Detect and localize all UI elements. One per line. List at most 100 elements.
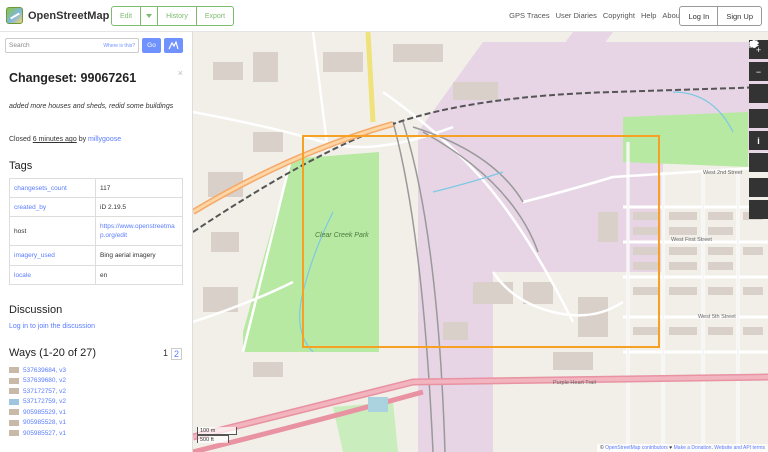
changeset-closed-info: Closed 6 minutes ago by millygoose: [9, 136, 121, 143]
table-row: locale en: [9, 265, 183, 285]
way-link[interactable]: 537639684, v3: [23, 367, 66, 374]
list-item[interactable]: 537172757, v2: [9, 386, 66, 397]
tags-heading: Tags: [9, 160, 33, 172]
changeset-user-link[interactable]: millygoose: [88, 136, 121, 143]
road-label: West 2nd Street: [703, 170, 743, 176]
info-button[interactable]: i: [749, 131, 768, 150]
tag-key: host: [9, 216, 96, 246]
road-label: West First Street: [671, 237, 712, 243]
locate-button[interactable]: [749, 41, 768, 103]
table-row: changesets_count 117: [9, 178, 183, 198]
top-nav-links: GPS Traces User Diaries Copyright Help A…: [509, 11, 682, 20]
search-placeholder: Search: [9, 42, 30, 49]
search-go-button[interactable]: Go: [142, 38, 161, 53]
closed-by: by: [78, 136, 87, 143]
nav-copyright[interactable]: Copyright: [603, 11, 635, 20]
tag-value: en: [95, 265, 183, 285]
ways-pagination: 1 2: [162, 348, 183, 360]
way-link[interactable]: 905985528, v1: [23, 419, 66, 426]
where-is-this-link[interactable]: Where is this?: [103, 43, 135, 49]
closed-prefix: Closed: [9, 136, 31, 143]
directions-button[interactable]: [164, 38, 183, 53]
login-button[interactable]: Log In: [679, 6, 719, 26]
list-item[interactable]: 537639684, v3: [9, 365, 66, 376]
way-swatch: [9, 388, 19, 395]
directions-icon: [168, 41, 179, 50]
list-item[interactable]: 537639680, v2: [9, 376, 66, 387]
table-row: host https://www.openstreetmap.org/edit: [9, 216, 183, 246]
tag-key[interactable]: locale: [9, 265, 96, 285]
tag-value-link[interactable]: https://www.openstreetmap.org/edit: [95, 216, 183, 246]
info-icon: i: [757, 135, 760, 146]
table-row: imagery_used Bing aerial imagery: [9, 245, 183, 266]
ways-heading: Ways (1-20 of 27): [9, 347, 97, 359]
query-icon: [751, 41, 756, 48]
map-attribution: © OpenStreetMap contributors ♥ Make a Do…: [597, 444, 768, 452]
way-link[interactable]: 537172757, v2: [23, 388, 66, 395]
donate-link[interactable]: Make a Donation: [674, 445, 712, 451]
tag-key[interactable]: created_by: [9, 197, 96, 217]
road-label: Purple Heart Trail: [553, 380, 596, 386]
nav-gps-traces[interactable]: GPS Traces: [509, 11, 549, 20]
page-2-link[interactable]: 2: [171, 348, 183, 360]
ways-list: 537639684, v3 537639680, v2 537172757, v…: [9, 365, 66, 439]
way-link[interactable]: 537639680, v2: [23, 377, 66, 384]
logo[interactable]: OpenStreetMap: [6, 7, 109, 24]
osm-contributors-link[interactable]: OpenStreetMap contributors: [605, 445, 668, 451]
zoom-out-button[interactable]: −: [749, 62, 768, 81]
search-input[interactable]: Search Where is this?: [5, 38, 139, 53]
list-item[interactable]: 905985528, v1: [9, 418, 66, 429]
share-button[interactable]: [749, 40, 768, 172]
edit-button[interactable]: Edit: [111, 6, 142, 26]
way-link[interactable]: 905985529, v1: [23, 409, 66, 416]
road-label: West 5th Street: [698, 314, 736, 320]
auth-buttons: Log In Sign Up: [679, 6, 762, 26]
list-item[interactable]: 905985529, v1: [9, 407, 66, 418]
terms-link[interactable]: Website and API terms: [714, 445, 765, 451]
app-root: OpenStreetMap Edit History Export GPS Tr…: [0, 0, 768, 452]
way-swatch: [9, 398, 19, 405]
way-swatch: [9, 419, 19, 426]
map-controls: + − i: [749, 40, 768, 222]
tag-key[interactable]: imagery_used: [9, 245, 96, 266]
search-row: Search Where is this? Go: [5, 38, 183, 53]
nav-user-diaries[interactable]: User Diaries: [556, 11, 597, 20]
tags-table: changesets_count 117 created_by iD 2.19.…: [9, 178, 183, 285]
nav-help[interactable]: Help: [641, 11, 656, 20]
tag-key[interactable]: changesets_count: [9, 178, 96, 198]
list-item[interactable]: 905985527, v1: [9, 428, 66, 439]
caret-down-icon: [146, 14, 153, 18]
add-note-button[interactable]: [749, 41, 768, 197]
tag-value: Bing aerial imagery: [95, 245, 183, 266]
list-item[interactable]: 537172759, v2: [9, 397, 66, 408]
close-icon[interactable]: ×: [178, 68, 183, 78]
map-view[interactable]: Clear Creek Park Purple Heart Trail West…: [193, 32, 768, 452]
way-swatch: [9, 430, 19, 437]
query-features-button[interactable]: [749, 41, 768, 219]
way-swatch: [9, 409, 19, 416]
way-swatch: [9, 367, 19, 374]
tag-value: 117: [95, 178, 183, 198]
scale-metric: 100 m: [197, 427, 237, 435]
export-button[interactable]: Export: [196, 6, 235, 26]
edit-dropdown-button[interactable]: [141, 6, 159, 26]
way-link[interactable]: 537172759, v2: [23, 398, 66, 405]
closed-time: 6 minutes ago: [32, 136, 77, 143]
osm-logo-icon: [6, 7, 23, 24]
history-button[interactable]: History: [158, 6, 197, 26]
way-swatch: [9, 377, 19, 384]
login-to-discuss-link[interactable]: Log in to join the discussion: [9, 323, 95, 330]
signup-button[interactable]: Sign Up: [718, 6, 762, 26]
map-scale: 100 m 500 ft: [197, 427, 237, 443]
layers-button[interactable]: [749, 40, 768, 128]
edit-button-group: Edit History Export: [111, 6, 235, 26]
scale-imperial: 500 ft: [197, 435, 229, 443]
discussion-heading: Discussion: [9, 304, 63, 316]
page-1: 1: [163, 348, 169, 358]
way-link[interactable]: 905985527, v1: [23, 430, 66, 437]
logo-text: OpenStreetMap: [28, 9, 110, 22]
minus-icon: −: [755, 66, 762, 77]
sidebar: Search Where is this? Go × Changeset: 99…: [0, 32, 193, 452]
top-header: OpenStreetMap Edit History Export GPS Tr…: [0, 0, 768, 32]
table-row: created_by iD 2.19.5: [9, 197, 183, 217]
